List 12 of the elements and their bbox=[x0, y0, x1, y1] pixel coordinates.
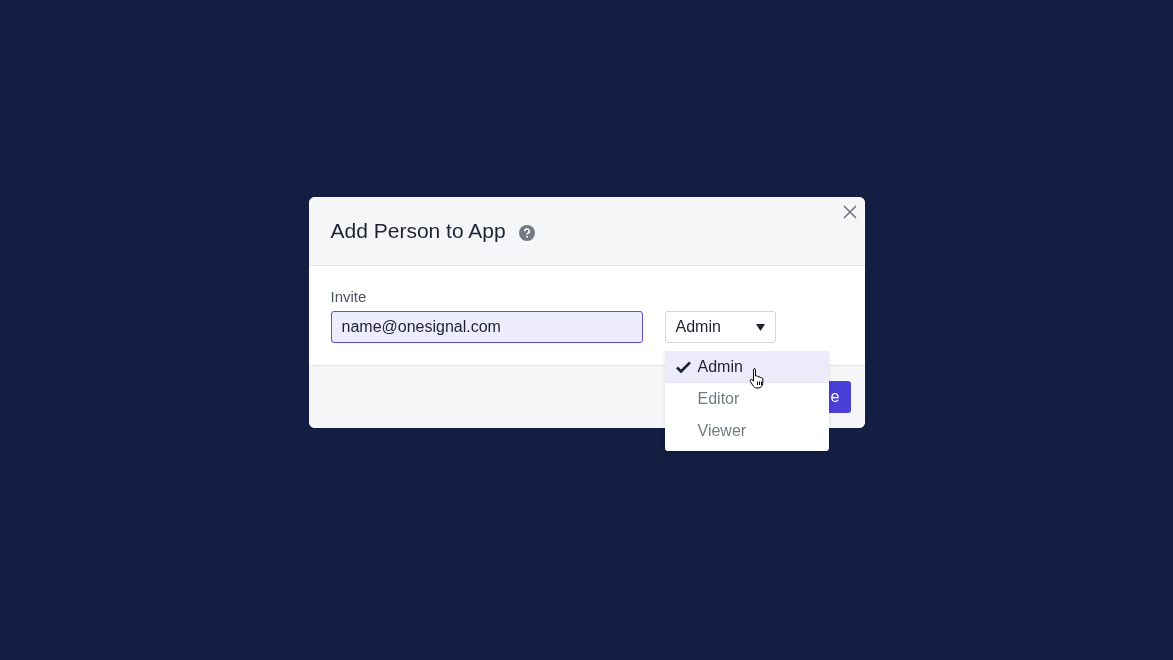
dialog-title: Add Person to App bbox=[330, 218, 506, 245]
invite-label: Invite bbox=[330, 288, 368, 306]
menu-item[interactable]: Admin bbox=[664, 351, 829, 383]
role-select[interactable]: Admin bbox=[664, 311, 776, 343]
menu-item[interactable]: Viewer bbox=[664, 415, 829, 447]
menu-item[interactable]: Editor bbox=[664, 383, 829, 415]
help-icon[interactable] bbox=[518, 224, 535, 241]
email-field[interactable]: name@onesignal.com bbox=[330, 311, 643, 343]
caret-icon bbox=[755, 323, 765, 331]
check-icon bbox=[675, 361, 691, 373]
close-icon[interactable] bbox=[842, 205, 857, 219]
pointer-cursor-icon bbox=[748, 367, 766, 389]
